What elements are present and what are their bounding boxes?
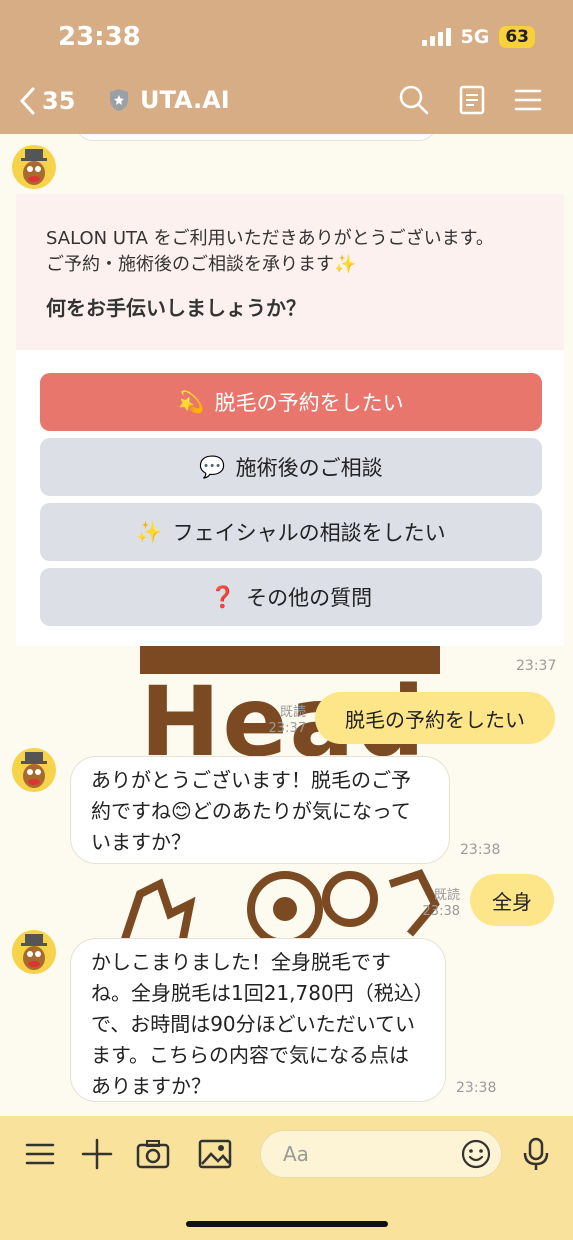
shield-star-icon	[110, 89, 128, 111]
chevron-left-icon	[19, 87, 35, 115]
back-button[interactable]: 35	[18, 86, 75, 116]
option-button-hair-removal[interactable]: 💫 脱毛の予約をしたい	[40, 373, 542, 431]
status-time: 23:38	[58, 22, 141, 52]
potato-head-avatar-icon	[21, 752, 47, 788]
message-time: 23:38	[456, 1080, 497, 1096]
microphone-icon[interactable]	[518, 1136, 554, 1172]
search-icon[interactable]	[398, 84, 430, 116]
message-time: 23:38	[422, 904, 460, 919]
menu-icon[interactable]	[22, 1136, 58, 1172]
previous-message-bubble	[75, 134, 437, 141]
option-button-aftercare[interactable]: 💬 施術後のご相談	[40, 438, 542, 496]
message-time: 23:37	[268, 721, 306, 736]
sparkles-icon: ✨	[136, 519, 163, 544]
image-icon[interactable]	[197, 1136, 233, 1172]
menu-icon[interactable]	[512, 84, 544, 116]
welcome-question: 何をお手伝いしましょうか？	[46, 296, 306, 320]
welcome-line-1: SALON UTA をご利用いただきありがとうございます。	[46, 228, 494, 249]
chat-header: 35 UTA.AI	[0, 76, 573, 128]
option-label: フェイシャルの相談をしたい	[172, 521, 446, 545]
dizzy-icon: 💫	[178, 389, 205, 414]
welcome-line-2: ご予約・施術後のご相談を承ります✨	[46, 254, 357, 275]
back-count: 35	[42, 87, 76, 115]
bot-avatar[interactable]	[12, 145, 56, 189]
network-label: 5G	[460, 26, 490, 48]
plus-icon[interactable]	[79, 1136, 115, 1172]
option-label: その他の質問	[246, 586, 373, 610]
bot-message-bubble[interactable]: かしこまりました！全身脱毛ですね。全身脱毛は1回21,780円（税込）で、お時間…	[70, 938, 446, 1102]
welcome-text: SALON UTA をご利用いただきありがとうございます。 ご予約・施術後のご相…	[46, 226, 494, 278]
bot-avatar[interactable]	[12, 748, 56, 792]
bot-message-bubble[interactable]: ありがとうございます！脱毛のご予約ですね😊どのあたりが気になっていますか？	[70, 756, 450, 864]
welcome-card-header: SALON UTA をご利用いただきありがとうございます。 ご予約・施術後のご相…	[16, 194, 564, 350]
welcome-card: SALON UTA をご利用いただきありがとうございます。 ご予約・施術後のご相…	[16, 194, 564, 646]
option-label: 施術後のご相談	[235, 456, 383, 480]
potato-head-avatar-icon	[21, 934, 47, 970]
chat-title-text: UTA.AI	[140, 86, 230, 114]
top-bar: 23:38 5G 63 35 UTA.AI	[0, 0, 573, 134]
question-mark-icon: ❓	[209, 584, 237, 609]
battery-icon: 63	[499, 26, 535, 48]
read-receipt: 既読 23:38	[416, 888, 460, 920]
home-indicator	[186, 1221, 388, 1227]
chat-area[interactable]: Head SALON UTA をご利用いただきありがとうございます。 ご予約・施…	[0, 134, 573, 1116]
message-time: 23:38	[460, 842, 501, 858]
option-label: 脱毛の予約をしたい	[214, 391, 404, 415]
my-message-bubble[interactable]: 脱毛の予約をしたい	[315, 692, 555, 744]
read-label: 既読	[279, 705, 306, 720]
option-button-other[interactable]: ❓ その他の質問	[40, 568, 542, 626]
chat-title: UTA.AI	[108, 86, 230, 114]
potato-head-avatar-icon	[21, 149, 47, 185]
bot-avatar[interactable]	[12, 930, 56, 974]
speech-bubble-icon: 💬	[199, 454, 226, 479]
camera-icon[interactable]	[135, 1136, 171, 1172]
read-receipt: 既読 23:37	[262, 705, 306, 737]
my-message-bubble[interactable]: 全身	[470, 874, 554, 926]
status-indicators: 5G 63	[421, 26, 535, 48]
message-time: 23:37	[516, 658, 557, 674]
read-label: 既読	[433, 888, 460, 903]
signal-icon	[421, 28, 451, 46]
emoji-icon[interactable]	[460, 1138, 492, 1170]
notes-icon[interactable]	[456, 84, 488, 116]
option-button-facial[interactable]: ✨ フェイシャルの相談をしたい	[40, 503, 542, 561]
